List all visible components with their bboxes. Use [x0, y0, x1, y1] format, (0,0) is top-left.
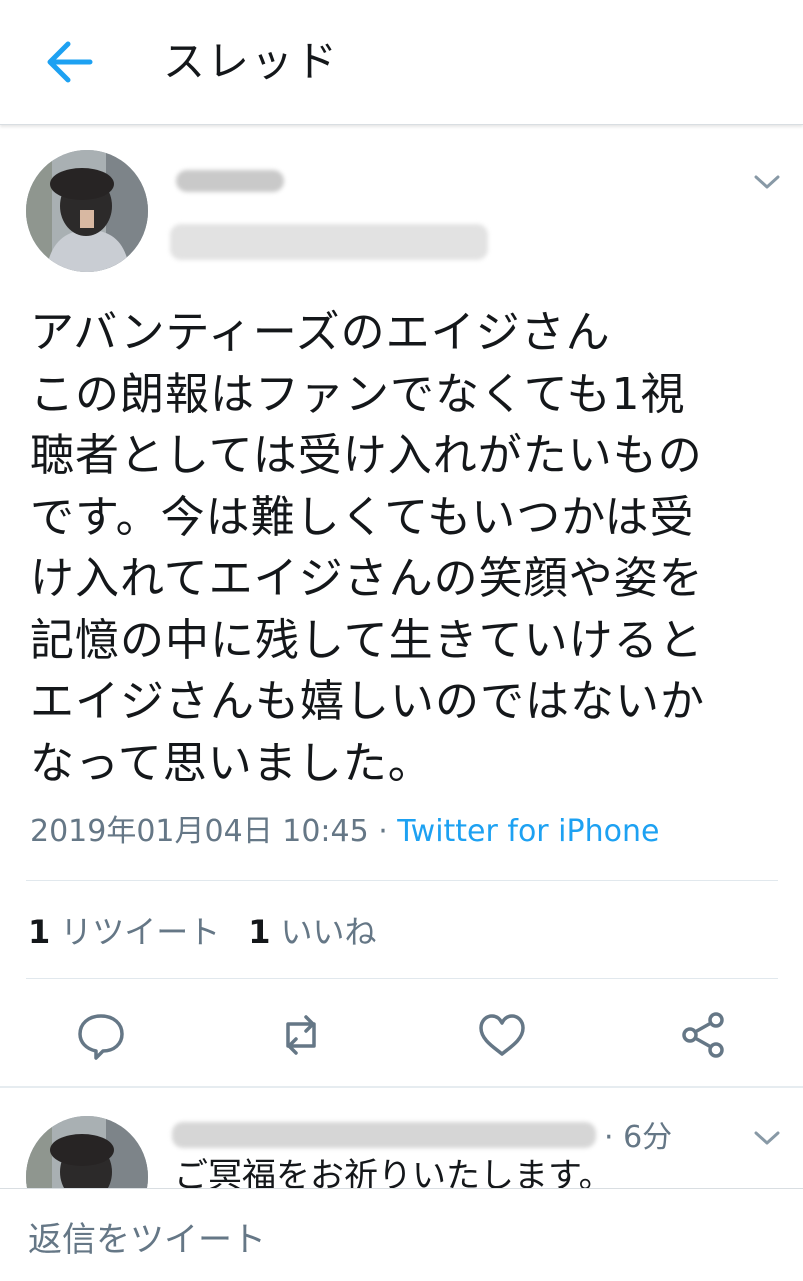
chevron-down-icon [754, 1131, 780, 1145]
thread-separator [0, 1086, 803, 1088]
meta-separator: · [368, 814, 398, 849]
tweet-source-link[interactable]: Twitter for iPhone [397, 814, 659, 849]
share-button[interactable] [676, 1008, 730, 1062]
reply-menu-button[interactable] [752, 1128, 782, 1148]
tweet-timestamp: 2019年01月04日 10:45 [30, 814, 369, 849]
user-handle-redacted [170, 224, 488, 260]
reply-button[interactable] [74, 1008, 128, 1062]
reply-user-redacted [172, 1122, 596, 1148]
back-button[interactable] [40, 34, 104, 90]
share-icon [682, 1012, 724, 1058]
tweet-menu-button[interactable] [752, 172, 782, 192]
like-icon [479, 1014, 525, 1056]
like-label: いいね [280, 913, 377, 951]
user-name-redacted [176, 170, 284, 192]
tweet-stats: 1 リツイート 1 いいね [28, 910, 377, 954]
tweet-meta: 2019年01月04日 10:45 · Twitter for iPhone [30, 812, 659, 852]
reply-icon [78, 1014, 124, 1060]
retweet-icon [286, 1015, 316, 1055]
retweet-label: リツイート [60, 913, 221, 951]
arrow-left-icon [47, 41, 93, 83]
avatar[interactable] [26, 150, 148, 272]
retweet-count: 1 [28, 913, 51, 951]
chevron-down-icon [754, 175, 780, 189]
divider [26, 978, 778, 979]
like-count: 1 [248, 913, 271, 951]
top-bar: スレッド [0, 0, 803, 125]
reply-time: · 6分 [604, 1120, 673, 1155]
divider [26, 880, 778, 881]
like-stat[interactable]: 1 いいね [248, 913, 376, 951]
like-button[interactable] [475, 1008, 529, 1062]
reply-input[interactable]: 返信をツイート [28, 1216, 266, 1264]
tweet-text: アバンティーズのエイジさん この朗報はファンでなくても1視 聴者としては受け入れ… [30, 307, 705, 789]
retweet-stat[interactable]: 1 リツイート [28, 913, 220, 951]
retweet-button[interactable] [274, 1008, 328, 1062]
page-title: スレッド [163, 37, 340, 86]
